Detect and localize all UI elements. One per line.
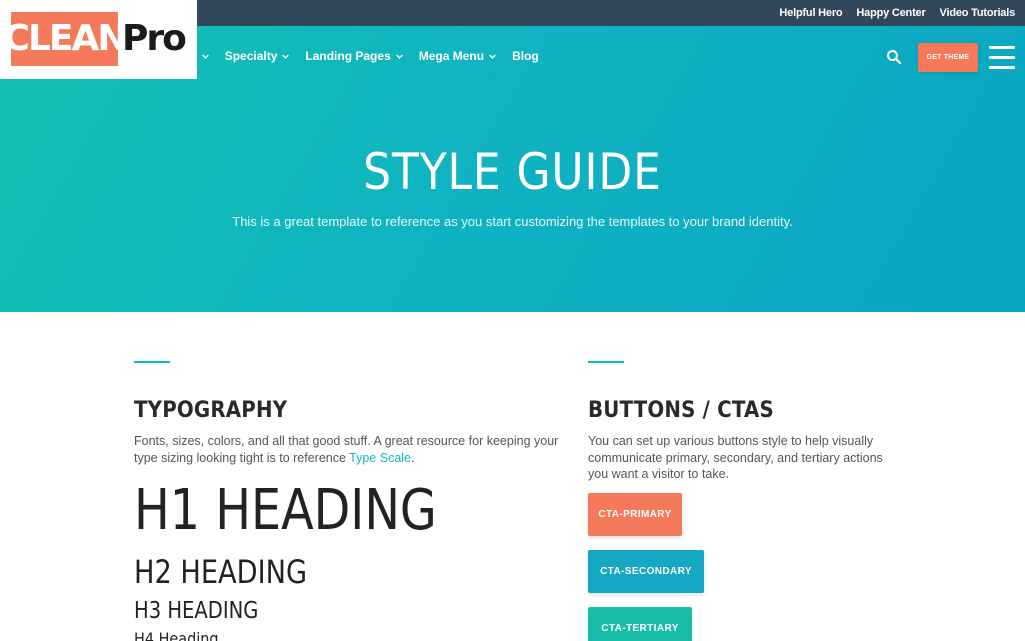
page-title: STYLE GUIDE — [363, 143, 662, 201]
logo-pro-text: Pro — [122, 18, 187, 59]
site-logo[interactable]: CLEAN Pro — [0, 0, 197, 79]
chevron-down-icon — [201, 54, 209, 59]
page-subtitle: This is a great template to reference as… — [232, 214, 793, 229]
chevron-down-icon — [395, 54, 403, 59]
cta-secondary-button[interactable]: CTA-SECONDARY — [588, 550, 704, 593]
logo-clean-text: CLEAN — [4, 12, 127, 66]
nav-item-specialty[interactable]: Specialty — [225, 49, 290, 63]
chevron-down-icon — [282, 54, 290, 59]
main-nav: e Specialty Landing Pages Mega Menu Blog — [190, 46, 539, 66]
type-scale-link[interactable]: Type Scale — [349, 451, 411, 465]
utility-link-happy-center[interactable]: Happy Center — [856, 7, 925, 19]
typography-text-end: . — [411, 450, 415, 465]
h3-heading-sample: H3 HEADING — [134, 598, 259, 624]
get-theme-button[interactable]: GET THEME — [918, 43, 978, 72]
nav-item-label: Specialty — [224, 49, 278, 63]
search-icon[interactable] — [886, 49, 902, 65]
typography-title: TYPOGRAPHY — [134, 398, 288, 423]
typography-description: Fonts, sizes, colors, and all that good … — [134, 433, 564, 466]
buttons-divider — [588, 361, 624, 363]
nav-item-blog[interactable]: Blog — [512, 49, 539, 63]
nav-item-landing-pages[interactable]: Landing Pages — [305, 49, 403, 63]
cta-tertiary-button[interactable]: CTA-TERTIARY — [588, 607, 692, 641]
utility-link-video-tutorials[interactable]: Video Tutorials — [940, 7, 1016, 19]
h1-heading-sample: H1 HEADING — [134, 478, 437, 543]
cta-primary-button[interactable]: CTA-PRIMARY — [588, 493, 682, 536]
nav-item-label: Landing Pages — [305, 49, 391, 63]
typography-divider — [134, 361, 170, 363]
nav-item-mega-menu[interactable]: Mega Menu — [419, 49, 496, 63]
typography-text: Fonts, sizes, colors, and all that good … — [134, 434, 559, 465]
hamburger-menu-icon[interactable] — [989, 46, 1015, 70]
h2-heading-sample: H2 HEADING — [134, 553, 308, 591]
nav-item-label: Mega Menu — [418, 49, 485, 63]
h4-heading-sample: H4 Heading — [134, 629, 219, 641]
utility-link-helpful-hero[interactable]: Helpful Hero — [779, 7, 842, 19]
buttons-title: BUTTONS / CTAS — [588, 398, 774, 423]
buttons-description: You can set up various buttons style to … — [588, 434, 883, 481]
chevron-down-icon — [489, 54, 496, 59]
nav-item-label: Blog — [512, 49, 539, 63]
